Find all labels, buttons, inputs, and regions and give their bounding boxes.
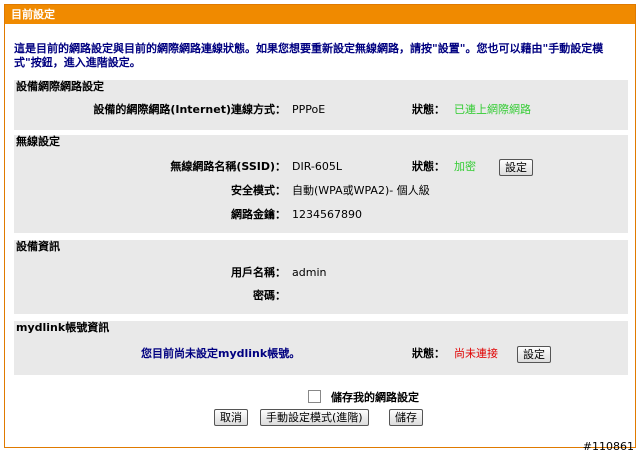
wireless-title: 無線設定: [16, 135, 60, 148]
mydlink-title: mydlink帳號資訊: [16, 321, 110, 334]
ssid-value: DIR-605L: [292, 160, 343, 173]
ssid-row: 無線網路名稱(SSID)： DIR-605L 狀態： 加密 設定: [14, 158, 628, 176]
wireless-section: 無線設定 無線網路名稱(SSID)： DIR-605L 狀態： 加密 設定 安全…: [14, 135, 628, 233]
device-network-title: 設備網際網路設定: [16, 80, 104, 93]
connection-value: PPPoE: [292, 103, 326, 116]
wireless-status-label: 狀態：: [412, 160, 445, 173]
security-label: 安全模式：: [231, 184, 286, 197]
username-value: admin: [292, 266, 327, 279]
ssid-label: 無線網路名稱(SSID)：: [170, 160, 286, 173]
username-label: 用戶名稱：: [231, 266, 286, 279]
mydlink-row: 您目前尚未設定mydlink帳號。 狀態： 尚未連接 設定: [14, 345, 628, 363]
internet-status-label: 狀態：: [412, 103, 445, 116]
mydlink-section: mydlink帳號資訊 您目前尚未設定mydlink帳號。 狀態： 尚未連接 設…: [14, 321, 628, 375]
mydlink-message: 您目前尚未設定mydlink帳號。: [141, 347, 301, 360]
password-label: 密碼：: [253, 289, 286, 302]
device-info-section: 設備資訊 用戶名稱： admin 密碼：: [14, 240, 628, 314]
save-settings-option[interactable]: 儲存我的網路設定: [308, 390, 419, 406]
intro-text: 這是目前的網路設定與目前的網際網路連線狀態。如果您想要重新設定無線網路，請按"設…: [14, 42, 604, 69]
mydlink-status-value: 尚未連接: [454, 347, 498, 360]
username-row: 用戶名稱： admin: [14, 264, 628, 282]
current-settings-panel: 目前設定 這是目前的網路設定與目前的網際網路連線狀態。如果您想要重新設定無線網路…: [4, 4, 636, 448]
image-id-watermark: #110861: [582, 440, 634, 453]
cancel-button[interactable]: 取消: [214, 409, 248, 426]
manual-setup-button[interactable]: 手動設定模式(進階): [260, 409, 369, 426]
network-key-label: 網路金鑰：: [231, 208, 286, 221]
security-row: 安全模式： 自動(WPA或WPA2)- 個人級: [14, 182, 628, 200]
connection-label: 設備的網際網路(Internet)連線方式：: [93, 103, 286, 116]
save-button[interactable]: 儲存: [389, 409, 423, 426]
wireless-setup-button[interactable]: 設定: [499, 159, 533, 176]
network-key-row: 網路金鑰： 1234567890: [14, 206, 628, 224]
mydlink-status-label: 狀態：: [412, 347, 445, 360]
device-info-title: 設備資訊: [16, 240, 60, 253]
save-settings-checkbox[interactable]: [308, 390, 321, 403]
password-row: 密碼：: [14, 287, 628, 305]
wireless-status-value: 加密: [454, 160, 476, 173]
save-settings-label: 儲存我的網路設定: [331, 391, 419, 404]
connection-row: 設備的網際網路(Internet)連線方式： PPPoE 狀態： 已連上網際網路: [14, 101, 628, 119]
panel-title: 目前設定: [5, 5, 635, 24]
network-key-value: 1234567890: [292, 208, 362, 221]
mydlink-setup-button[interactable]: 設定: [517, 346, 551, 363]
security-value: 自動(WPA或WPA2)- 個人級: [292, 184, 430, 197]
device-network-section: 設備網際網路設定 設備的網際網路(Internet)連線方式： PPPoE 狀態…: [14, 80, 628, 130]
internet-status-value: 已連上網際網路: [454, 103, 531, 116]
